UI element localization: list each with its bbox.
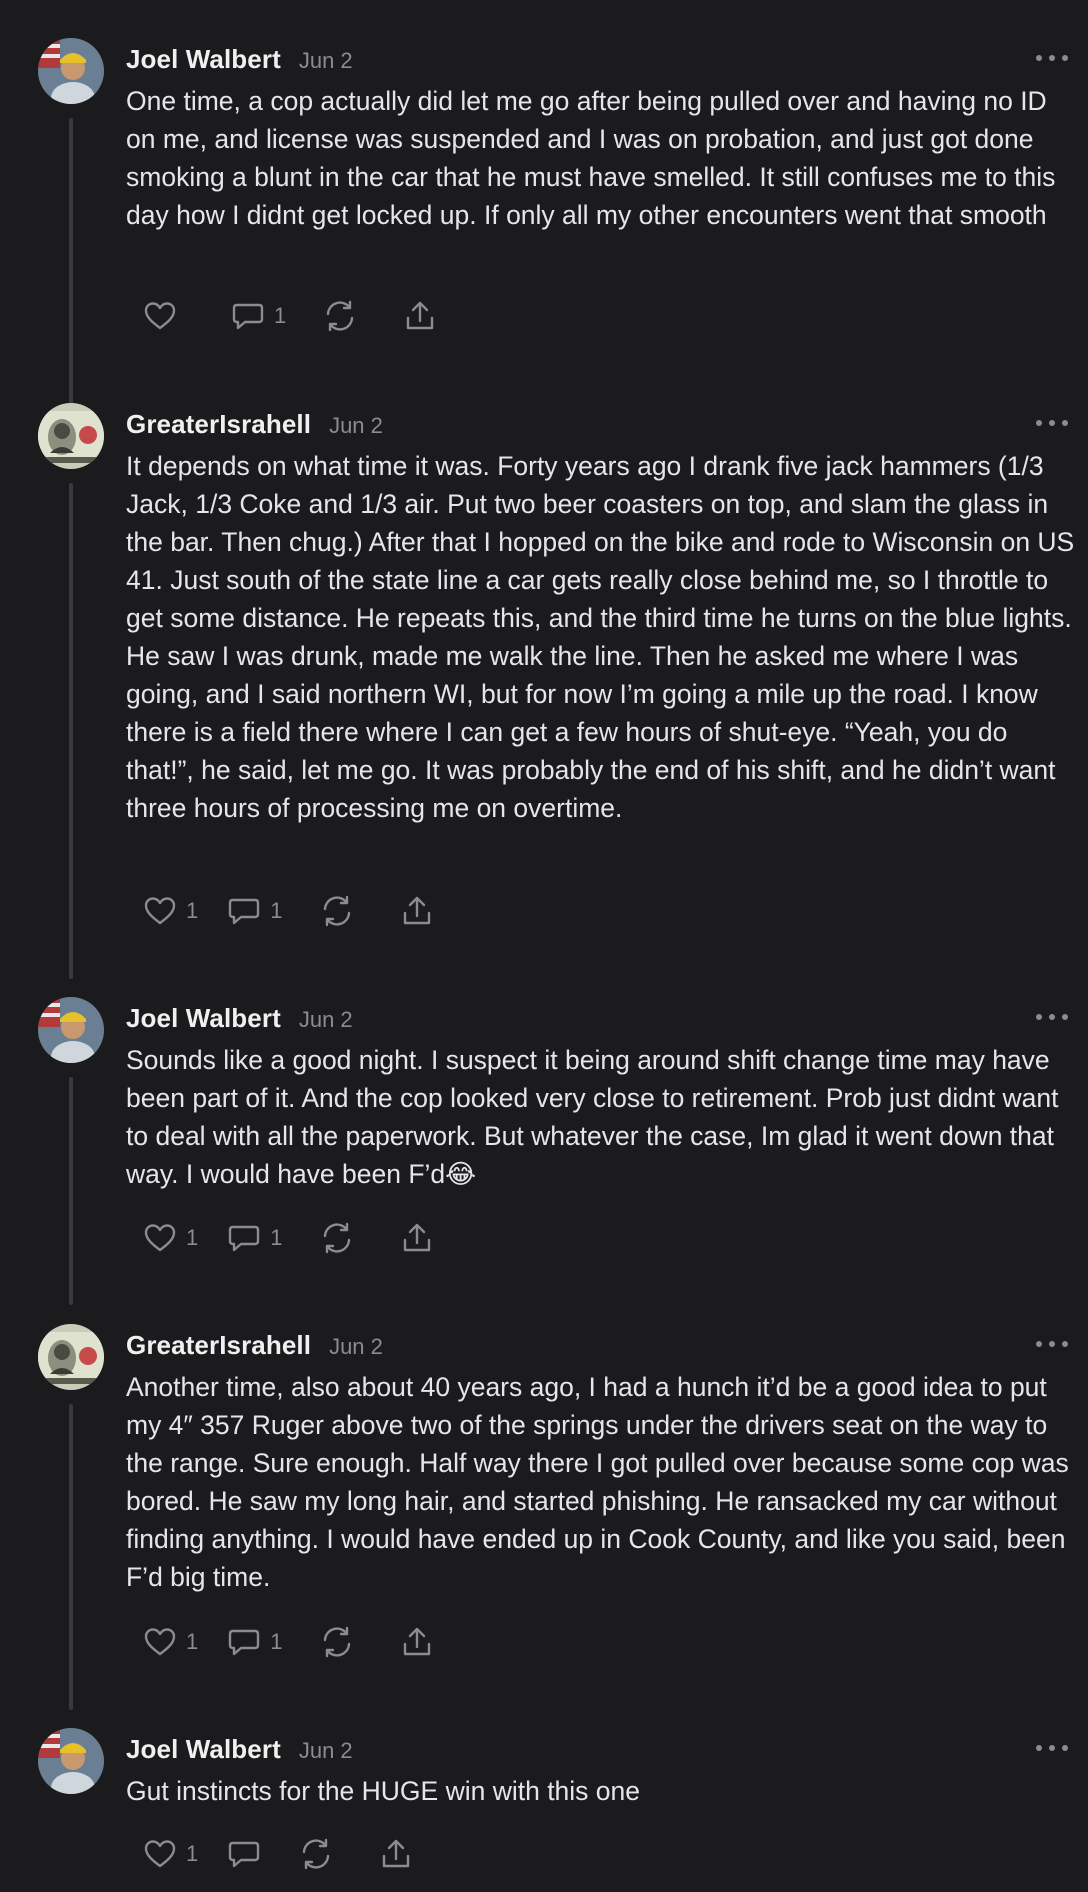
avatar[interactable] — [38, 1728, 104, 1794]
comment-header: GreaterIsrahell Jun 2 — [126, 1330, 383, 1362]
comment-bubble-icon — [229, 898, 260, 925]
comment-actions: 1 — [142, 296, 438, 336]
share-button[interactable] — [399, 1622, 435, 1662]
like-count: 1 — [186, 1629, 199, 1654]
thread-line — [69, 1077, 73, 1305]
avatar[interactable] — [38, 38, 104, 104]
reply-count: 1 — [274, 303, 287, 328]
heart-icon — [144, 897, 176, 925]
like-button[interactable]: 1 — [142, 1622, 198, 1662]
comment-actions: 1 — [142, 1834, 414, 1874]
comment-header: Joel Walbert Jun 2 — [126, 44, 353, 76]
reply-count: 1 — [270, 898, 283, 923]
like-count: 1 — [186, 1225, 199, 1250]
comment-text: Another time, also about 40 years ago, I… — [126, 1372, 1069, 1592]
reply-button[interactable]: 1 — [226, 891, 283, 931]
share-icon — [403, 896, 430, 925]
comment-header: Joel Walbert Jun 2 — [126, 1003, 353, 1035]
share-button[interactable] — [402, 296, 438, 336]
thread-line — [69, 483, 73, 979]
more-options-icon[interactable] — [1036, 415, 1068, 431]
comment-date[interactable]: Jun 2 — [329, 1334, 383, 1360]
restack-icon — [323, 895, 350, 927]
comment-actions: 1 1 — [142, 1218, 435, 1258]
comment-text: Gut instincts for the HUGE win with this… — [126, 1776, 641, 1806]
comment-text: One time, a cop actually did let me go a… — [126, 86, 1056, 230]
share-icon — [403, 1627, 430, 1656]
reply-count: 1 — [270, 1629, 283, 1654]
comment-thread: Joel Walbert Jun 2 One time, a cop actua… — [0, 0, 1088, 1892]
heart-icon — [144, 1224, 176, 1252]
share-button[interactable] — [399, 891, 435, 931]
more-options-icon[interactable] — [1036, 1009, 1068, 1025]
reply-count: 1 — [270, 1225, 283, 1250]
comment-text: Sounds like a good night. I suspect it b… — [126, 1045, 1059, 1189]
author-name[interactable]: Joel Walbert — [126, 44, 281, 75]
author-name[interactable]: Joel Walbert — [126, 1734, 281, 1765]
restack-icon — [323, 1222, 350, 1254]
restack-button[interactable] — [322, 296, 358, 336]
restack-icon — [327, 300, 354, 332]
reply-button[interactable]: 1 — [230, 296, 286, 336]
more-options-icon[interactable] — [1036, 50, 1068, 66]
restack-button[interactable] — [298, 1834, 334, 1874]
restack-icon — [303, 1838, 330, 1870]
avatar[interactable] — [38, 997, 104, 1063]
comment-header: GreaterIsrahell Jun 2 — [126, 409, 383, 441]
comment-text: It depends on what time it was. Forty ye… — [126, 451, 1075, 823]
comment-bubble-icon — [229, 1225, 260, 1252]
heart-icon — [144, 302, 176, 330]
restack-button[interactable] — [319, 1622, 355, 1662]
avatar[interactable] — [38, 403, 104, 469]
reply-button[interactable]: 1 — [226, 1622, 283, 1662]
comment-date[interactable]: Jun 2 — [299, 1738, 353, 1764]
share-button[interactable] — [399, 1218, 435, 1258]
more-options-icon[interactable] — [1036, 1336, 1068, 1352]
author-name[interactable]: Joel Walbert — [126, 1003, 281, 1034]
like-button[interactable]: 1 — [142, 891, 198, 931]
comment-header: Joel Walbert Jun 2 — [126, 1734, 353, 1766]
author-name[interactable]: GreaterIsrahell — [126, 409, 311, 440]
more-options-icon[interactable] — [1036, 1740, 1068, 1756]
thread-line — [69, 118, 73, 424]
comment-date[interactable]: Jun 2 — [329, 413, 383, 439]
restack-button[interactable] — [319, 891, 355, 931]
comment-bubble-icon — [229, 1841, 260, 1868]
heart-icon — [144, 1628, 176, 1656]
like-button[interactable] — [142, 296, 194, 336]
like-button[interactable]: 1 — [142, 1218, 198, 1258]
share-icon — [403, 1223, 430, 1252]
share-icon — [407, 301, 434, 330]
avatar[interactable] — [38, 1324, 104, 1390]
reply-button[interactable]: 1 — [226, 1218, 283, 1258]
comment-actions: 1 1 — [142, 891, 435, 931]
comment-date[interactable]: Jun 2 — [299, 48, 353, 74]
like-button[interactable]: 1 — [142, 1834, 198, 1874]
share-icon — [383, 1839, 410, 1868]
like-count: 1 — [186, 1841, 199, 1866]
thread-line — [69, 1404, 73, 1710]
reply-button[interactable] — [226, 1834, 278, 1874]
author-name[interactable]: GreaterIsrahell — [126, 1330, 311, 1361]
comment-bubble-icon — [232, 303, 264, 330]
comment-bubble-icon — [229, 1629, 260, 1656]
restack-button[interactable] — [319, 1218, 355, 1258]
comment-date[interactable]: Jun 2 — [299, 1007, 353, 1033]
comment-actions: 1 1 — [142, 1622, 435, 1662]
restack-icon — [323, 1626, 350, 1658]
heart-icon — [144, 1840, 176, 1868]
like-count: 1 — [186, 898, 199, 923]
share-button[interactable] — [378, 1834, 414, 1874]
